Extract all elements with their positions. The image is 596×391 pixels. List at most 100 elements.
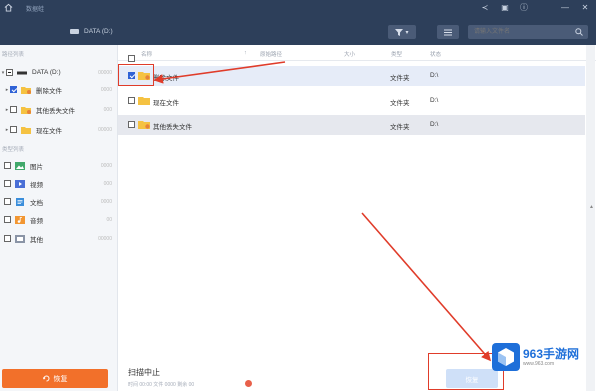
sort-icon[interactable]: ↑	[244, 50, 247, 56]
close-icon[interactable]: ✕	[580, 3, 590, 13]
type-item-count: 000	[103, 180, 112, 187]
scroll-up-icon[interactable]: ▲	[589, 204, 594, 210]
type-item-label: 其他	[30, 236, 43, 244]
top-bar: 数据蛙 ≺ ▣ ⓘ — ✕ DATA (D:) ▾	[0, 0, 596, 45]
file-row[interactable]: 其他丢失文件 文件夹 D:\	[118, 115, 585, 135]
drive-label: DATA (D:)	[84, 28, 113, 35]
type-item-count: 0000	[100, 162, 112, 169]
tree-item-other-lost-files[interactable]: ▸ 其他丢失文件 000	[0, 103, 118, 116]
row-type: 文件夹	[390, 75, 410, 82]
filter-button[interactable]: ▾	[388, 25, 416, 39]
type-item-count: 00	[106, 216, 112, 223]
audio-checkbox[interactable]	[4, 216, 11, 223]
tree-item-label: DATA (D:)	[32, 69, 61, 76]
image-icon	[15, 161, 25, 170]
header-type[interactable]: 类型	[391, 50, 402, 58]
tree-item-count: 0000	[100, 86, 112, 93]
tree-item-label: 现在文件	[36, 127, 62, 135]
app-title: 数据蛙	[26, 7, 45, 13]
document-icon	[16, 197, 24, 206]
header-size[interactable]: 大小	[344, 50, 355, 58]
other-icon	[15, 234, 25, 243]
tree-item-count: 00000	[98, 126, 112, 133]
scan-detail: 时间 00:00 文件 0000 剩余 00	[128, 382, 195, 388]
watermark-text: 963手游网	[523, 346, 580, 361]
window-icon[interactable]: ▣	[500, 3, 510, 13]
watermark-url: www.963.com	[523, 360, 555, 367]
folder-icon	[21, 126, 31, 134]
type-item-other[interactable]: 其他 00000	[0, 232, 118, 245]
watermark: 963手游网 www.963.com	[492, 341, 596, 373]
filter-icon	[395, 28, 404, 36]
scrollbar[interactable]	[586, 45, 595, 391]
header-name[interactable]: 名称	[141, 50, 152, 58]
type-item-label: 音频	[30, 217, 43, 225]
video-icon	[15, 179, 25, 188]
drive-icon	[70, 29, 79, 34]
watermark-logo-icon	[492, 343, 520, 371]
type-item-label: 视频	[30, 181, 43, 189]
scan-status: 扫描中止	[128, 368, 160, 377]
row-type: 文件夹	[390, 124, 410, 131]
type-item-count: 00000	[98, 235, 112, 242]
recover-label: 恢复	[53, 375, 68, 383]
file-list-panel: 名称 ↑ 原始路径 大小 类型 状态 删除文件 文件夹 D:\ 现在文件 文件夹…	[118, 45, 596, 391]
search-box[interactable]	[468, 25, 588, 39]
existing-files-checkbox[interactable]	[10, 126, 17, 133]
toolbar: DATA (D:) ▾	[0, 24, 596, 42]
row-checkbox[interactable]	[128, 97, 135, 104]
current-drive: DATA (D:)	[70, 28, 113, 35]
file-row[interactable]: 删除文件 文件夹 D:\	[118, 66, 585, 86]
other-lost-files-checkbox[interactable]	[10, 106, 17, 113]
type-item-audio[interactable]: 音频 00	[0, 213, 118, 226]
row-path: D:\	[430, 72, 439, 79]
list-view-button[interactable]	[437, 25, 459, 39]
row-type: 文件夹	[390, 100, 410, 107]
tree-item-count: 000	[103, 106, 112, 113]
path-section-title: 路径列表	[2, 52, 25, 58]
row-path: D:\	[430, 121, 439, 128]
row-name: 删除文件	[153, 75, 179, 82]
search-icon[interactable]	[575, 28, 583, 36]
title-bar: 数据蛙 ≺ ▣ ⓘ — ✕	[0, 0, 596, 17]
document-checkbox[interactable]	[4, 198, 11, 205]
image-checkbox[interactable]	[4, 162, 11, 169]
sidebar: 路径列表 ▾ DATA (D:) 00000 ▸ 删除文件 0000 ▸ 其他丢…	[0, 45, 118, 391]
tree-item-label: 其他丢失文件	[36, 107, 75, 115]
type-item-count: 0000	[100, 198, 112, 205]
deleted-files-checkbox[interactable]	[10, 86, 17, 93]
file-row[interactable]: 现在文件 文件夹 D:\	[118, 91, 585, 111]
recover-button[interactable]: 恢复	[2, 369, 108, 388]
minimize-icon[interactable]: —	[560, 3, 570, 13]
video-checkbox[interactable]	[4, 180, 11, 187]
tree-item-deleted-files[interactable]: ▸ 删除文件 0000	[0, 83, 118, 96]
type-item-video[interactable]: 视频 000	[0, 177, 118, 190]
type-item-label: 图片	[30, 163, 43, 171]
filter-chevron-icon: ▾	[405, 29, 409, 36]
info-icon[interactable]: ⓘ	[519, 3, 529, 13]
recover-icon	[42, 375, 49, 382]
tree-item-drive[interactable]: ▾ DATA (D:) 00000	[0, 66, 118, 79]
row-path: D:\	[430, 97, 439, 104]
type-item-image[interactable]: 图片 0000	[0, 159, 118, 172]
row-checkbox[interactable]	[128, 121, 135, 128]
type-item-document[interactable]: 文档 0000	[0, 195, 118, 208]
folder-icon	[21, 86, 31, 94]
other-checkbox[interactable]	[4, 235, 11, 242]
drive-checkbox[interactable]	[6, 69, 13, 76]
highlight-box-checkbox	[118, 64, 154, 86]
home-icon[interactable]	[4, 3, 13, 12]
type-item-label: 文档	[30, 199, 43, 207]
tree-item-label: 删除文件	[36, 87, 62, 95]
type-section-title: 类型列表	[2, 147, 25, 153]
folder-icon	[21, 106, 31, 114]
tree-item-existing-files[interactable]: ▸ 现在文件 00000	[0, 123, 118, 136]
folder-icon	[138, 121, 150, 129]
search-input[interactable]	[474, 27, 564, 37]
menu-icon	[444, 29, 452, 35]
header-original-path[interactable]: 原始路径	[260, 50, 282, 58]
tree-item-count: 00000	[98, 69, 112, 76]
share-icon[interactable]: ≺	[480, 3, 490, 13]
stop-icon[interactable]	[245, 380, 252, 387]
header-status[interactable]: 状态	[430, 50, 441, 58]
